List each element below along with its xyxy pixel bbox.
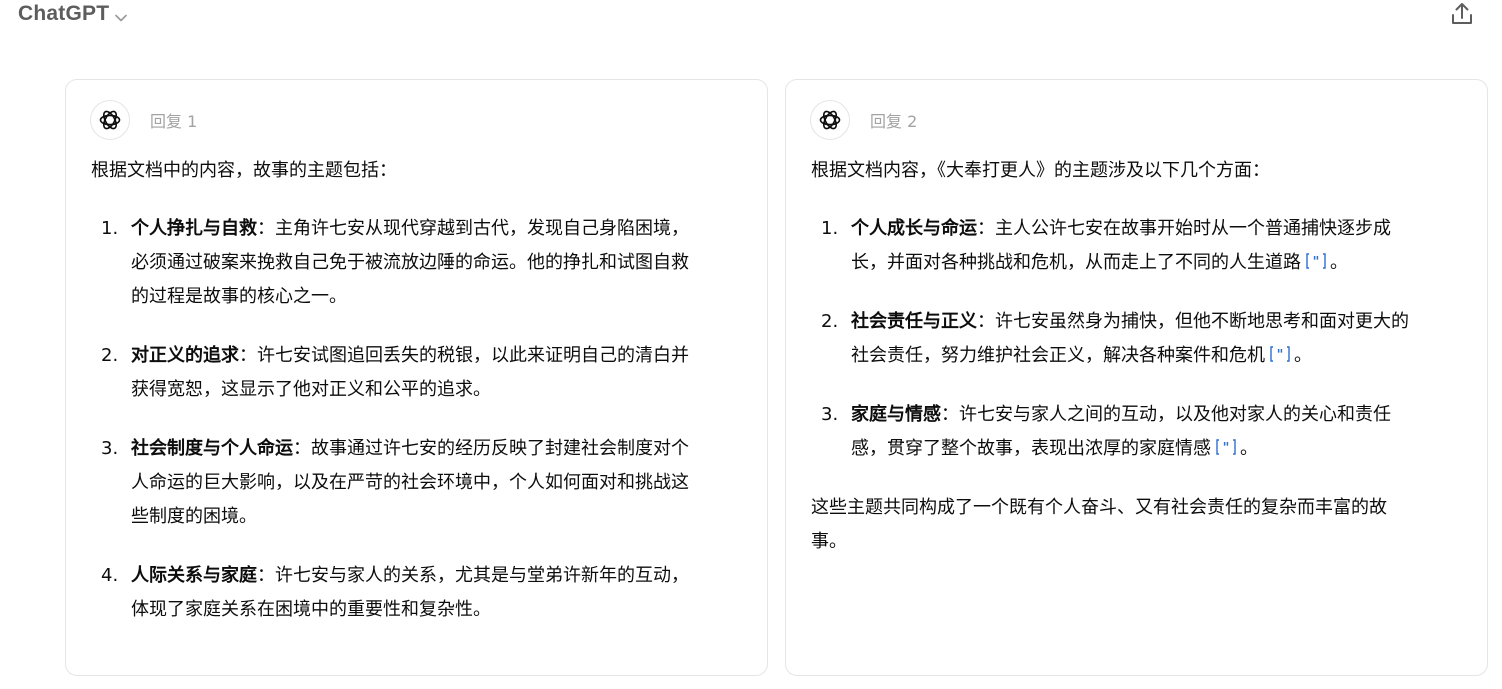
svg-text:": "	[1277, 348, 1284, 363]
item-text: 人命运的巨大影响，以及在严苛的社会环境中，个人如何面对和挑战这	[131, 472, 689, 493]
list-item: 2. 对正义的追求：许七安试图追回丢失的税银，以此来证明自己的清白并 获得宽恕，…	[91, 339, 751, 407]
item-text: 的过程是故事的核心之一。	[131, 286, 347, 307]
item-number: 2.	[101, 345, 119, 366]
response-label: 回复 2	[870, 112, 918, 131]
outro-text: 事。	[811, 531, 847, 552]
item-heading: 个人成长与命运	[851, 218, 977, 239]
response-intro: 根据文档中的内容，故事的主题包括：	[91, 160, 397, 181]
outro-text: 这些主题共同构成了一个既有个人奋斗、又有社会责任的复杂而丰富的故	[811, 497, 1387, 518]
item-heading: 家庭与情感	[851, 404, 941, 425]
item-text: 必须通过破案来挽救自己免于被流放边陲的命运。他的挣扎和试图自救	[131, 252, 689, 273]
list-item: 4. 人际关系与家庭：许七安与家人的关系，尤其是与堂弟许新年的互动， 体现了家庭…	[91, 559, 751, 627]
item-heading: 对正义的追求	[131, 345, 239, 366]
citation-quote-icon[interactable]: "	[1269, 341, 1291, 363]
item-text: ：主人公许七安在故事开始时从一个普通捕快逐步成	[977, 218, 1391, 239]
list-item: 2. 社会责任与正义：许七安虽然身为捕快，但他不断地思考和面对更大的 社会责任，…	[811, 305, 1471, 373]
list-item: 1. 个人挣扎与自救：主角许七安从现代穿越到古代，发现自己身陷困境， 必须通过破…	[91, 212, 751, 314]
item-text: ：许七安与家人的关系，尤其是与堂弟许新年的互动，	[257, 565, 689, 586]
item-number: 1.	[821, 218, 839, 239]
item-text: ：故事通过许七安的经历反映了封建社会制度对个	[293, 438, 689, 459]
item-number: 3.	[101, 438, 119, 459]
response-card-1[interactable]: 回复 1 根据文档中的内容，故事的主题包括： 1. 个人挣扎与自救：主角许七安从…	[65, 79, 768, 676]
item-heading: 社会责任与正义	[851, 311, 977, 332]
item-text-end: 。	[1240, 438, 1258, 459]
item-text: 长，并面对各种挑战和危机，从而走上了不同的人生道路	[851, 252, 1301, 273]
item-text: ：许七安试图追回丢失的税银，以此来证明自己的清白并	[239, 345, 689, 366]
model-selector[interactable]: ChatGPT	[18, 2, 128, 26]
list-item: 3. 社会制度与个人命运：故事通过许七安的经历反映了封建社会制度对个 人命运的巨…	[91, 432, 751, 534]
top-bar: ChatGPT	[0, 0, 1502, 36]
list-item: 1. 个人成长与命运：主人公许七安在故事开始时从一个普通捕快逐步成 长，并面对各…	[811, 212, 1471, 280]
theme-list: 1. 个人挣扎与自救：主角许七安从现代穿越到古代，发现自己身陷困境， 必须通过破…	[91, 212, 751, 627]
item-number: 2.	[821, 311, 839, 332]
share-button[interactable]	[1448, 2, 1476, 30]
response-body: 根据文档内容，《大奉打更人》的主题涉及以下几个方面： 1. 个人成长与命运：主人…	[811, 154, 1471, 559]
citation-quote-icon[interactable]: "	[1305, 248, 1327, 270]
svg-text:": "	[1313, 255, 1320, 270]
item-text-end: 。	[1294, 345, 1312, 366]
response-body: 根据文档中的内容，故事的主题包括： 1. 个人挣扎与自救：主角许七安从现代穿越到…	[91, 154, 751, 652]
openai-logo-icon	[810, 100, 850, 140]
response-header: 回复 1	[90, 100, 197, 140]
item-heading: 人际关系与家庭	[131, 565, 257, 586]
openai-logo-icon	[90, 100, 130, 140]
item-heading: 个人挣扎与自救	[131, 218, 257, 239]
item-text: ：许七安虽然身为捕快，但他不断地思考和面对更大的	[977, 311, 1409, 332]
response-card-2[interactable]: 回复 2 根据文档内容，《大奉打更人》的主题涉及以下几个方面： 1. 个人成长与…	[785, 79, 1488, 676]
svg-text:": "	[1223, 441, 1230, 456]
item-number: 3.	[821, 404, 839, 425]
item-text: ：许七安与家人之间的互动，以及他对家人的关心和责任	[941, 404, 1391, 425]
item-text-end: 。	[1330, 252, 1348, 273]
share-icon	[1450, 1, 1474, 31]
response-outro: 这些主题共同构成了一个既有个人奋斗、又有社会责任的复杂而丰富的故 事。	[811, 491, 1471, 559]
item-number: 1.	[101, 218, 119, 239]
response-intro: 根据文档内容，《大奉打更人》的主题涉及以下几个方面：	[811, 160, 1270, 181]
item-text: 些制度的困境。	[131, 506, 257, 527]
item-text: 获得宽恕，这显示了他对正义和公平的追求。	[131, 379, 491, 400]
chevron-down-icon	[115, 7, 128, 26]
list-item: 3. 家庭与情感：许七安与家人之间的互动，以及他对家人的关心和责任 感，贯穿了整…	[811, 398, 1471, 466]
item-heading: 社会制度与个人命运	[131, 438, 293, 459]
item-number: 4.	[101, 565, 119, 586]
item-text: ：主角许七安从现代穿越到古代，发现自己身陷困境，	[257, 218, 689, 239]
item-text: 体现了家庭关系在困境中的重要性和复杂性。	[131, 599, 491, 620]
theme-list: 1. 个人成长与命运：主人公许七安在故事开始时从一个普通捕快逐步成 长，并面对各…	[811, 212, 1471, 466]
citation-quote-icon[interactable]: "	[1215, 434, 1237, 456]
item-text: 社会责任，努力维护社会正义，解决各种案件和危机	[851, 345, 1265, 366]
response-header: 回复 2	[810, 100, 917, 140]
response-label: 回复 1	[150, 112, 198, 131]
app-title: ChatGPT	[18, 2, 110, 25]
item-text: 感，贯穿了整个故事，表现出浓厚的家庭情感	[851, 438, 1211, 459]
